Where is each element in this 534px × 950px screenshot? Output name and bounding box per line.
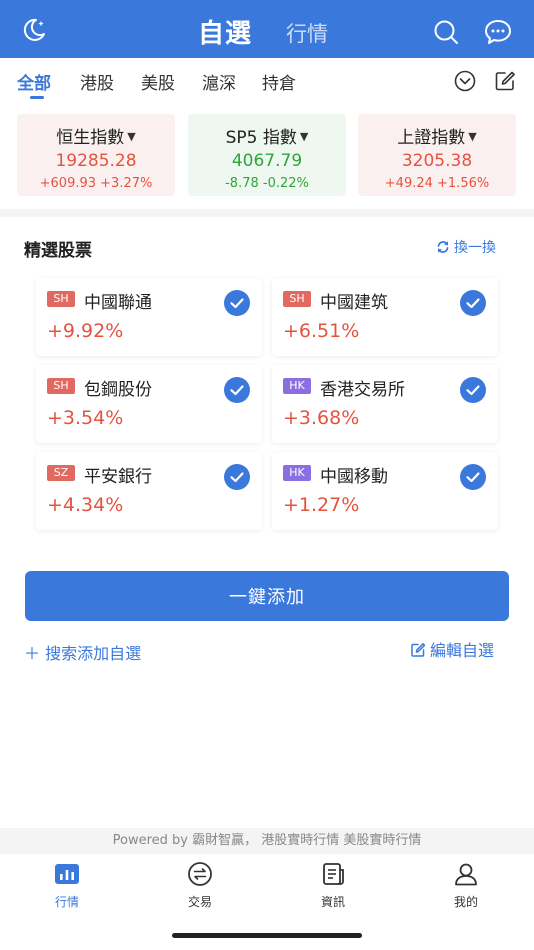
- user-icon: [455, 863, 477, 886]
- checkmark-icon[interactable]: [460, 464, 486, 490]
- checkmark-icon[interactable]: [460, 290, 486, 316]
- tab-watchlist[interactable]: 自選: [198, 13, 252, 50]
- checkmark-icon[interactable]: [460, 377, 486, 403]
- night-mode-icon[interactable]: [20, 16, 48, 44]
- refresh-label: 換一換: [454, 240, 496, 256]
- index-name: 恒生指數: [56, 128, 125, 148]
- caret-down-icon: ▼: [299, 130, 309, 143]
- market-badge: HK: [283, 465, 311, 481]
- stock-card[interactable]: SH 包鋼股份 +3.54%: [36, 365, 262, 443]
- nav-label: 交易: [187, 895, 212, 909]
- tab-us-stocks[interactable]: 美股: [141, 69, 175, 94]
- nav-label: 行情: [54, 895, 79, 909]
- stock-change: +3.54%: [47, 407, 124, 429]
- market-badge: SH: [283, 291, 311, 307]
- market-badge: SH: [47, 378, 75, 394]
- index-value: 3205.38: [401, 151, 473, 171]
- news-icon: [323, 863, 344, 885]
- search-icon[interactable]: [433, 19, 459, 45]
- stock-card[interactable]: SZ 平安銀行 +4.34%: [36, 452, 262, 530]
- chevron-down-icon[interactable]: [454, 70, 476, 92]
- stock-name: 中國移動: [320, 467, 388, 487]
- caret-down-icon: ▼: [468, 130, 477, 143]
- featured-stocks-title: 精選股票: [24, 241, 92, 261]
- checkmark-icon[interactable]: [224, 464, 250, 490]
- stock-card[interactable]: HK 香港交易所 +3.68%: [272, 365, 498, 443]
- nav-label: 我的: [453, 895, 478, 909]
- edit-watchlist-link[interactable]: 編輯自選: [410, 637, 494, 661]
- stock-change: +9.92%: [47, 320, 124, 342]
- index-card-hsi[interactable]: 恒生指數 ▼ 19285.28 +609.93 +3.27%: [17, 114, 175, 196]
- index-name: 上證指數: [397, 128, 466, 148]
- stock-change: +4.34%: [47, 494, 124, 516]
- edit-watchlist-label: 編輯自選: [430, 641, 495, 660]
- stock-change: +6.51%: [283, 320, 360, 342]
- edit-icon[interactable]: [494, 70, 516, 92]
- checkmark-icon[interactable]: [224, 290, 250, 316]
- nav-label: 資訊: [320, 895, 345, 909]
- stock-card[interactable]: SH 中國建筑 +6.51%: [272, 278, 498, 356]
- nav-item-profile[interactable]: 我的: [431, 862, 501, 910]
- nav-item-market[interactable]: 行情: [32, 862, 102, 910]
- edit-icon: [411, 643, 426, 657]
- search-add-link[interactable]: ＋ 搜索添加自選: [24, 640, 141, 664]
- stock-name: 中國建筑: [320, 293, 388, 313]
- stock-name: 香港交易所: [320, 380, 405, 400]
- stock-name: 平安銀行: [84, 467, 152, 487]
- index-card-sse[interactable]: 上證指數 ▼ 3205.38 +49.24 +1.56%: [358, 114, 516, 196]
- powered-by-text: Powered by 霸財智贏， 港股實時行情 美股實時行情: [0, 828, 534, 854]
- tab-holdings[interactable]: 持倉: [262, 69, 296, 94]
- index-name: SP5 指數: [225, 128, 297, 148]
- tab-a-shares[interactable]: 滬深: [202, 69, 236, 94]
- refresh-icon: [437, 241, 449, 253]
- market-badge: HK: [283, 378, 311, 394]
- section-divider: [0, 209, 534, 217]
- tab-market[interactable]: 行情: [286, 18, 328, 48]
- index-change: +609.93 +3.27%: [39, 176, 153, 191]
- stock-card[interactable]: SH 中國聯通 +9.92%: [36, 278, 262, 356]
- stock-card[interactable]: HK 中國移動 +1.27%: [272, 452, 498, 530]
- index-change: +49.24 +1.56%: [384, 176, 490, 191]
- market-badge: SZ: [47, 465, 75, 481]
- stock-name: 包鋼股份: [84, 380, 152, 400]
- exchange-icon: [188, 862, 212, 886]
- nav-item-news[interactable]: 資訊: [298, 862, 368, 910]
- active-tab-indicator: [30, 96, 44, 99]
- message-icon[interactable]: [484, 19, 512, 45]
- caret-down-icon: ▼: [127, 130, 136, 143]
- tab-hk-stocks[interactable]: 港股: [80, 69, 114, 94]
- watchlist-tabs: 全部 港股 美股 滬深 持倉: [0, 58, 534, 104]
- stock-change: +1.27%: [283, 494, 360, 516]
- refresh-button[interactable]: 換一換: [436, 237, 496, 257]
- add-all-button[interactable]: 一鍵添加: [25, 571, 509, 621]
- tab-all[interactable]: 全部: [17, 69, 51, 94]
- index-value: 4067.79: [231, 151, 303, 171]
- nav-item-trade[interactable]: 交易: [165, 862, 235, 910]
- home-indicator: [172, 933, 362, 938]
- chart-icon: [55, 864, 79, 884]
- stock-change: +3.68%: [283, 407, 360, 429]
- app-header: 自選 行情: [0, 0, 534, 58]
- index-change: -8.78 -0.22%: [225, 176, 309, 191]
- index-card-sp5[interactable]: SP5 指數 ▼ 4067.79 -8.78 -0.22%: [188, 114, 346, 196]
- market-badge: SH: [47, 291, 75, 307]
- stock-name: 中國聯通: [84, 293, 152, 313]
- checkmark-icon[interactable]: [224, 377, 250, 403]
- index-value: 19285.28: [55, 151, 137, 171]
